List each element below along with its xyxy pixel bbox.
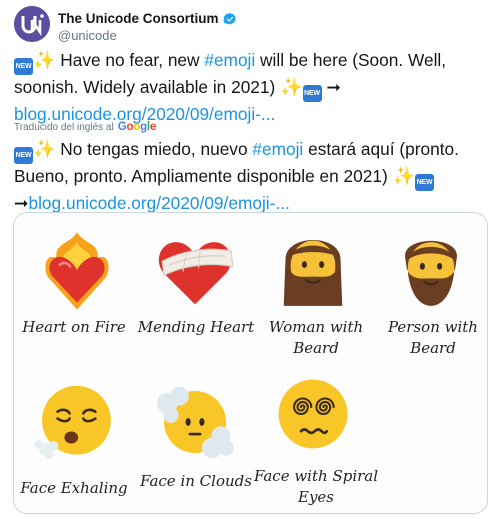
translation-label: Traducido del inglés al — [14, 122, 114, 133]
hashtag-link[interactable]: #emoji — [252, 139, 303, 159]
translation-attribution: Traducido del inglés al Google — [14, 121, 156, 133]
hashtag-link[interactable]: #emoji — [204, 50, 255, 70]
emoji-label: Face with Spiral Eyes — [253, 467, 379, 506]
face-with-spiral-eyes-icon — [278, 379, 348, 449]
arrow-icon: ➞ — [321, 77, 341, 97]
display-name[interactable]: The Unicode Consortium — [58, 11, 219, 26]
arrow-icon: ➞ — [14, 193, 29, 213]
sparkles-icon: ✨ — [33, 50, 56, 70]
emoji-label: Heart on Fire — [22, 318, 126, 336]
face-in-clouds-icon — [157, 386, 234, 459]
tweet-header: The Unicode Consortium @unicode — [14, 6, 486, 46]
emoji-label: Person with Beard — [388, 318, 478, 357]
woman-with-beard-icon — [283, 240, 343, 306]
translated-tweet-text: NEW✨ No tengas miedo, nuevo #emoji estar… — [14, 137, 488, 215]
face-exhaling-icon — [34, 385, 111, 459]
avatar[interactable] — [14, 6, 50, 42]
new-button-icon: NEW — [14, 58, 33, 75]
tweet-text: NEW✨ Have no fear, new #emoji will be he… — [14, 48, 488, 126]
sparkles-icon: ✨ — [33, 139, 56, 159]
new-button-icon: NEW — [14, 147, 33, 164]
emoji-label: Mending Heart — [137, 318, 255, 336]
sparkles-icon: ✨ — [280, 77, 303, 97]
person-with-beard-icon — [405, 240, 457, 306]
tweet-text-part1: Have no fear, new — [55, 50, 205, 70]
new-button-icon: NEW — [414, 174, 434, 191]
emoji-label: Face in Clouds — [140, 472, 252, 490]
google-logo[interactable]: Google — [118, 121, 157, 133]
heart-on-fire-icon — [45, 232, 109, 310]
translated-text-part1: No tengas miedo, nuevo — [55, 139, 253, 159]
tweet-image-card[interactable]: Heart on Fire Mending Heart Woman with B… — [13, 212, 488, 514]
blog-link[interactable]: blog.unicode.org/2020/09/emoji-... — [28, 193, 289, 213]
account-handle[interactable]: @unicode — [58, 28, 117, 43]
sparkles-icon: ✨ — [392, 166, 415, 186]
verified-badge-icon — [222, 12, 236, 25]
new-button-icon: NEW — [302, 85, 322, 102]
unicode-logo-icon — [14, 6, 50, 42]
mending-heart-icon — [158, 242, 234, 305]
emoji-label: Woman with Beard — [268, 318, 364, 357]
emoji-label: Face Exhaling — [20, 479, 128, 497]
